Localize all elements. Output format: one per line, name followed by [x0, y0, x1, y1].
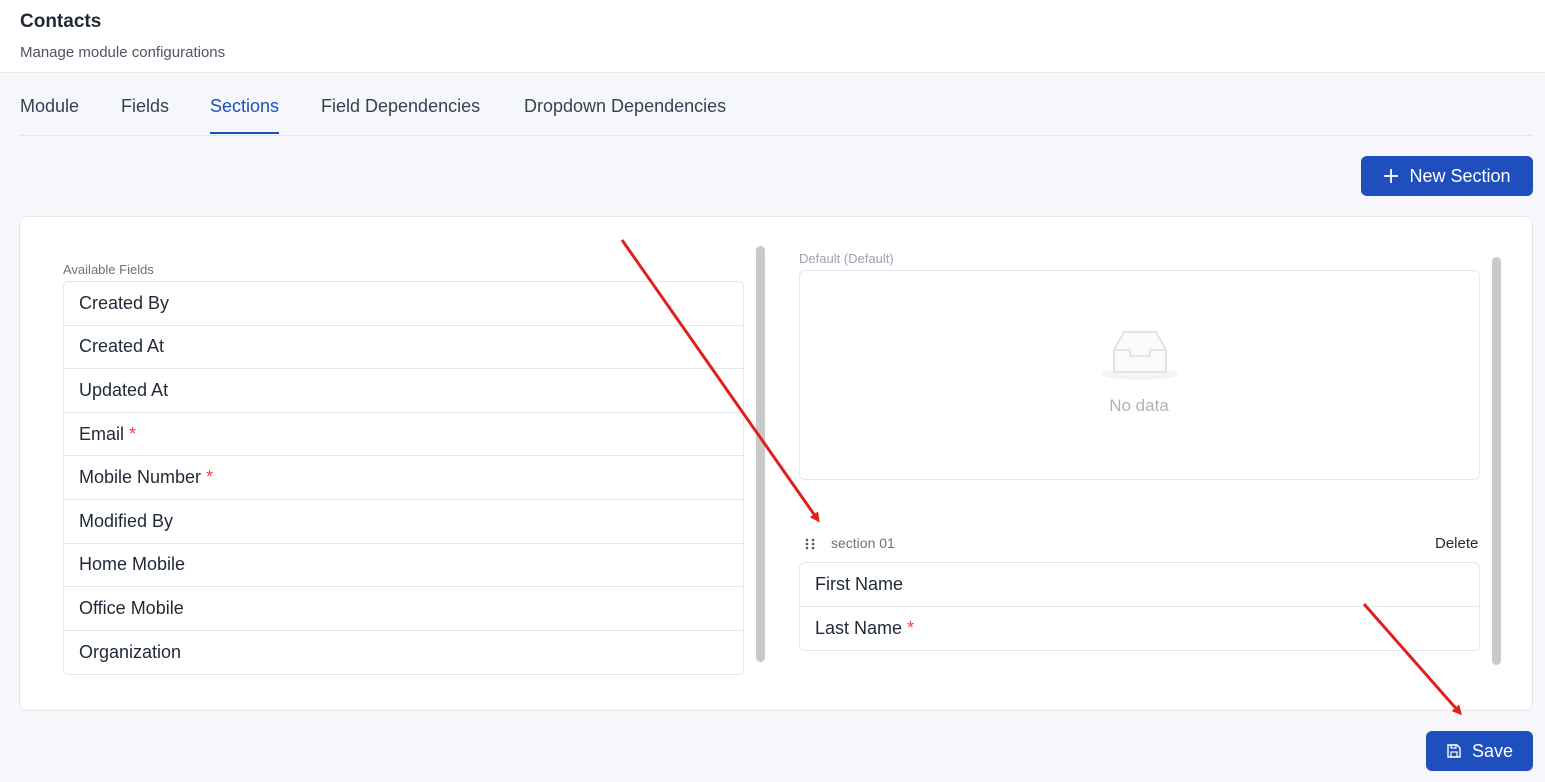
- delete-section-button[interactable]: Delete: [1435, 535, 1478, 552]
- new-section-label: New Section: [1409, 165, 1511, 186]
- section-field-item[interactable]: Last Name *: [800, 607, 1479, 651]
- available-field-item[interactable]: Created At: [64, 326, 743, 370]
- drag-handle-icon[interactable]: [804, 537, 816, 556]
- inbox-icon: [1100, 326, 1180, 387]
- left-scrollbar[interactable]: [756, 246, 765, 662]
- tab-sections[interactable]: Sections: [210, 96, 280, 134]
- field-name: Home Mobile: [79, 554, 186, 575]
- tab-fields[interactable]: Fields: [121, 96, 169, 132]
- tab-dropdown-dependencies[interactable]: Dropdown Dependencies: [524, 96, 726, 132]
- section-01-name: section 01: [831, 535, 895, 551]
- page-subtitle: Manage module configurations: [20, 44, 226, 61]
- tab-module[interactable]: Module: [20, 96, 79, 132]
- tab-bar: Module Fields Sections Field Dependencie…: [20, 83, 1532, 136]
- empty-state-text: No data: [1109, 396, 1169, 415]
- available-fields-label: Available Fields: [63, 262, 154, 277]
- available-field-item[interactable]: Office Mobile: [64, 587, 743, 631]
- field-name: Modified By: [79, 510, 174, 531]
- save-label: Save: [1471, 740, 1514, 761]
- tab-field-dependencies[interactable]: Field Dependencies: [321, 96, 480, 132]
- available-field-item[interactable]: Mobile Number *: [64, 456, 743, 500]
- right-scrollbar[interactable]: [1492, 257, 1501, 665]
- save-button[interactable]: Save: [1426, 731, 1533, 771]
- available-fields-list: Created By Created At Updated At Email * …: [63, 281, 744, 676]
- field-name: Updated At: [79, 379, 169, 400]
- field-name: Created By: [79, 292, 170, 313]
- field-name: Mobile Number: [79, 467, 202, 488]
- field-name: Created At: [79, 336, 165, 357]
- page-header: Contacts Manage module configurations: [0, 0, 1545, 73]
- available-field-item[interactable]: Organization: [64, 631, 743, 675]
- required-marker: *: [129, 423, 137, 444]
- field-name: Email: [79, 423, 125, 444]
- available-field-item[interactable]: Email *: [64, 413, 743, 457]
- plus-icon: [1383, 168, 1399, 184]
- new-section-button[interactable]: New Section: [1361, 156, 1533, 196]
- field-name: First Name: [815, 573, 904, 594]
- available-field-item[interactable]: Created By: [64, 282, 743, 326]
- field-name: Organization: [79, 642, 182, 663]
- field-name: Office Mobile: [79, 597, 184, 618]
- available-field-item[interactable]: Modified By: [64, 500, 743, 544]
- section-field-item[interactable]: First Name: [800, 563, 1479, 607]
- required-marker: *: [206, 467, 214, 488]
- available-field-item[interactable]: Updated At: [64, 369, 743, 413]
- save-icon: [1446, 743, 1462, 759]
- field-name: Last Name: [815, 617, 903, 638]
- default-section-label: Default (Default): [799, 251, 894, 266]
- page-title: Contacts: [20, 11, 102, 32]
- required-marker: *: [907, 617, 915, 638]
- available-field-item[interactable]: Home Mobile: [64, 544, 743, 588]
- section-01-field-list: First Name Last Name *: [799, 562, 1480, 651]
